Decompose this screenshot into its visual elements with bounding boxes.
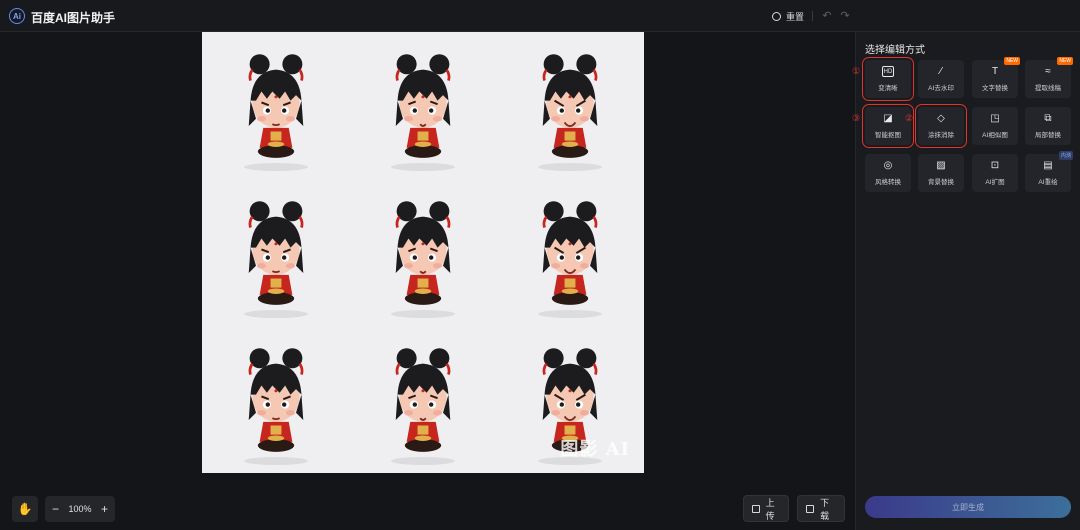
reset-button[interactable]: 重置 xyxy=(772,10,804,23)
nezha-character-icon xyxy=(542,54,598,158)
tool-redraw[interactable]: ▤ AI重绘 内测 xyxy=(1025,151,1073,192)
generate-button[interactable]: 立即生成 xyxy=(865,496,1071,518)
tool-badge: NEW xyxy=(1057,57,1073,65)
tool-label: AI相似图 xyxy=(982,132,1008,139)
character-sticker xyxy=(202,326,349,473)
style-convert-icon: ◎ xyxy=(883,159,893,171)
background-replace-icon: ▨ xyxy=(936,159,946,171)
expand-image-icon: ⊡ xyxy=(990,159,1000,171)
tool-label: 涂抹消除 xyxy=(928,132,954,139)
partial-replace-icon: ⧉ xyxy=(1044,112,1052,124)
download-icon xyxy=(806,504,815,513)
tool-badge: 内测 xyxy=(1058,151,1073,160)
tool-partial-replace[interactable]: ⧉ 局部替换 xyxy=(1025,107,1071,145)
tool-label: 变清晰 xyxy=(878,85,898,92)
edit-sidebar: 选择编辑方式 HD 变清晰 ① ⁄ AI去水印 T 文字替换 NEW ≈ 提取线稿 NEW ◪ 智能抠图… xyxy=(852,32,1080,530)
canvas-area: 图影 AI ✋ − 100% + 上传 下载 xyxy=(0,32,855,530)
tool-label: 文字替换 xyxy=(982,85,1008,92)
character-sticker xyxy=(349,32,496,179)
tool-label: 局部替换 xyxy=(1035,132,1061,139)
image-watermark: 图影 AI xyxy=(560,439,630,460)
character-grid xyxy=(202,32,644,473)
upload-icon xyxy=(752,504,760,513)
zoom-control: − 100% + xyxy=(45,496,115,522)
undo-icon[interactable]: ↶ xyxy=(821,8,833,22)
zoom-in-button[interactable]: + xyxy=(101,502,108,516)
nezha-character-icon xyxy=(248,201,304,305)
cutout-icon: ◪ xyxy=(883,112,893,124)
line-extract-icon: ≈ xyxy=(1045,65,1051,77)
download-button[interactable]: 下载 xyxy=(797,495,845,522)
app-logo: Ai xyxy=(9,8,25,24)
nezha-character-icon xyxy=(395,348,451,452)
zoom-level: 100% xyxy=(68,504,92,514)
character-sticker xyxy=(349,326,496,473)
reset-label: 重置 xyxy=(786,12,805,22)
nezha-character-icon xyxy=(248,348,304,452)
edited-image[interactable]: 图影 AI xyxy=(202,32,644,473)
nezha-character-icon xyxy=(542,201,598,305)
redo-icon[interactable]: ↷ xyxy=(839,8,851,22)
tool-style-convert[interactable]: ◎ 风格转换 xyxy=(865,154,911,192)
tool-label: 智能抠图 xyxy=(875,132,901,139)
app-title: 百度AI图片助手 xyxy=(31,11,116,25)
magic-wand-icon: ⁄ xyxy=(940,65,942,77)
tool-line-extract[interactable]: ≈ 提取线稿 NEW xyxy=(1025,57,1073,98)
tool-text-replace[interactable]: T 文字替换 NEW xyxy=(972,57,1020,98)
character-sticker xyxy=(497,179,644,326)
annotation-number: ① xyxy=(852,66,861,76)
nezha-character-icon xyxy=(248,54,304,158)
tool-label: AI去水印 xyxy=(928,85,954,92)
character-sticker xyxy=(202,32,349,179)
tool-label: AI扩图 xyxy=(985,179,1005,186)
annotation-number: ③ xyxy=(852,113,861,123)
reset-icon xyxy=(772,12,781,21)
hd-icon: HD xyxy=(882,66,894,77)
upload-label: 上传 xyxy=(765,497,775,521)
hand-icon: ✋ xyxy=(17,502,33,516)
toolbar-divider xyxy=(812,11,813,21)
tool-label: 提取线稿 xyxy=(1035,85,1061,92)
tool-badge: NEW xyxy=(1004,57,1020,65)
text-replace-icon: T xyxy=(991,65,999,77)
character-sticker xyxy=(202,179,349,326)
tool-background-replace[interactable]: ▨ 背景替换 xyxy=(918,154,964,192)
tool-label: AI重绘 xyxy=(1038,179,1058,186)
tool-expand-image[interactable]: ⊡ AI扩图 xyxy=(972,154,1018,192)
similar-image-icon: ◳ xyxy=(990,112,1000,124)
tool-label: 风格转换 xyxy=(875,179,901,186)
redraw-icon: ▤ xyxy=(1043,159,1053,171)
upload-button[interactable]: 上传 xyxy=(743,495,789,522)
tool-label: 背景替换 xyxy=(928,179,954,186)
zoom-out-button[interactable]: − xyxy=(52,502,59,516)
download-label: 下载 xyxy=(820,497,830,521)
tool-magic-wand[interactable]: ⁄ AI去水印 xyxy=(918,60,964,98)
nezha-character-icon xyxy=(395,201,451,305)
top-bar: Ai 百度AI图片助手 重置 ↶ ↷ xyxy=(0,0,1080,32)
pan-hand-button[interactable]: ✋ xyxy=(12,496,38,522)
eraser-icon: ◇ xyxy=(937,112,945,124)
character-sticker xyxy=(497,32,644,179)
tool-hd[interactable]: HD 变清晰 xyxy=(862,57,914,101)
character-sticker xyxy=(349,179,496,326)
tool-eraser[interactable]: ◇ 涂抹消除 xyxy=(915,104,967,148)
nezha-character-icon xyxy=(395,54,451,158)
tool-similar-image[interactable]: ◳ AI相似图 xyxy=(972,107,1018,145)
sidebar-title: 选择编辑方式 xyxy=(865,45,925,56)
annotation-number: ② xyxy=(905,113,914,123)
